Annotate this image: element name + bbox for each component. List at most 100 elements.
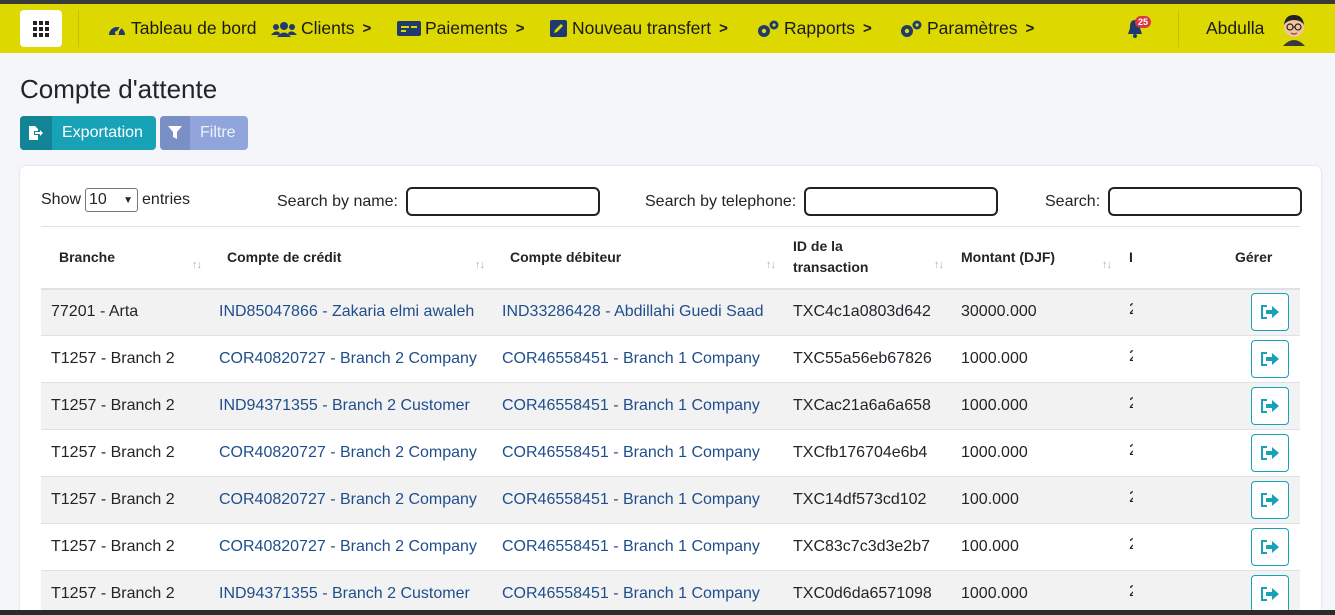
cell-montant: 100.000	[951, 476, 1119, 524]
show-label: Show	[41, 191, 82, 208]
cell-truncated: 2	[1119, 476, 1179, 524]
table-row: T1257 - Branch 2 COR40820727 - Branch 2 C…	[41, 476, 1300, 524]
nav-label: Paramètres	[927, 18, 1018, 38]
cell-gerer	[1179, 523, 1300, 571]
export-button[interactable]: Exportation	[20, 116, 156, 150]
user-name[interactable]: Abdulla	[1206, 4, 1264, 53]
cell-credit-account-link[interactable]: COR40820727 - Branch 2 Company	[209, 335, 492, 383]
column-header-montant[interactable]: Montant (DJF) ↑↓	[951, 226, 1119, 290]
apps-grid-button[interactable]	[20, 10, 62, 47]
search-phone-input[interactable]	[804, 187, 999, 216]
nav-item-rapports[interactable]: Rapports >	[756, 4, 872, 53]
manage-button[interactable]	[1251, 434, 1289, 472]
table-card: Show 10 ▼ entries Search by name: Search…	[20, 166, 1321, 615]
cell-credit-account-link[interactable]: COR40820727 - Branch 2 Company	[209, 429, 492, 477]
column-header-compte-debiteur[interactable]: Compte débiteur ↑↓	[492, 226, 783, 290]
horizontal-scrollbar[interactable]	[0, 610, 1335, 615]
manage-button[interactable]	[1251, 528, 1289, 566]
top-navbar: Tableau de bord Clients > Paiements > No…	[0, 4, 1335, 53]
table-row: T1257 - Branch 2 COR40820727 - Branch 2 C…	[41, 429, 1300, 477]
cell-truncated: 2	[1119, 382, 1179, 430]
table-row: T1257 - Branch 2 IND94371355 - Branch 2 C…	[41, 570, 1300, 615]
cell-branche: T1257 - Branch 2	[41, 335, 209, 383]
cell-branche: T1257 - Branch 2	[41, 382, 209, 430]
nav-item-dashboard[interactable]: Tableau de bord	[107, 4, 257, 53]
column-title: Compte débiteur	[510, 248, 622, 265]
manage-button[interactable]	[1251, 340, 1289, 378]
manage-button[interactable]	[1251, 575, 1289, 613]
filter-icon	[160, 116, 190, 150]
entries-select[interactable]: 10 ▼	[85, 188, 139, 212]
cell-credit-account-link[interactable]: IND85047866 - Zakaria elmi awaleh	[209, 288, 492, 336]
nav-divider	[78, 10, 79, 47]
cell-branche: T1257 - Branch 2	[41, 429, 209, 477]
manage-button[interactable]	[1251, 481, 1289, 519]
search-name-label: Search by name:	[277, 192, 398, 210]
entries-control: Show 10 ▼ entries	[41, 188, 190, 212]
cell-transaction-id: TXCac21a6a6a658	[783, 382, 951, 430]
manage-button[interactable]	[1251, 387, 1289, 425]
cell-montant: 1000.000	[951, 335, 1119, 383]
export-label: Exportation	[62, 124, 143, 141]
cell-truncated-text: 2	[1129, 489, 1133, 507]
filter-label: Filtre	[200, 124, 236, 141]
cell-truncated: 2	[1119, 429, 1179, 477]
table-row: 77201 - Arta IND85047866 - Zakaria elmi a…	[41, 288, 1300, 336]
nav-divider	[1178, 10, 1179, 47]
column-header-truncated[interactable]: I	[1119, 226, 1179, 290]
table-row: T1257 - Branch 2 COR40820727 - Branch 2 C…	[41, 335, 1300, 383]
cell-branche: T1257 - Branch 2	[41, 570, 209, 615]
table-header-row: Branche ↑↓ Compte de crédit ↑↓ Compte débi…	[41, 226, 1300, 290]
nav-item-paiements[interactable]: Paiements >	[397, 4, 524, 53]
table-body: 77201 - Arta IND85047866 - Zakaria elmi a…	[41, 288, 1300, 615]
chevron-right-icon: >	[515, 20, 525, 37]
cell-gerer	[1179, 335, 1300, 383]
cell-credit-account-link[interactable]: IND94371355 - Branch 2 Customer	[209, 570, 492, 615]
cell-credit-account-link[interactable]: COR40820727 - Branch 2 Company	[209, 523, 492, 571]
cell-debit-account-link[interactable]: COR46558451 - Branch 1 Company	[492, 570, 783, 615]
cell-branche: 77201 - Arta	[41, 288, 209, 336]
cell-truncated: 2	[1119, 523, 1179, 571]
column-header-branche[interactable]: Branche ↑↓	[41, 226, 209, 290]
column-header-transaction-id[interactable]: ID de la transaction ↑↓	[783, 226, 951, 290]
cell-truncated: 2	[1119, 570, 1179, 615]
column-title: Gérer	[1235, 248, 1273, 265]
avatar[interactable]	[1279, 12, 1309, 46]
cell-debit-account-link[interactable]: IND33286428 - Abdillahi Guedi Saad	[492, 288, 783, 336]
cell-montant: 1000.000	[951, 382, 1119, 430]
table-row: T1257 - Branch 2 IND94371355 - Branch 2 C…	[41, 382, 1300, 430]
cell-debit-account-link[interactable]: COR46558451 - Branch 1 Company	[492, 476, 783, 524]
sort-icon: ↑↓	[766, 259, 776, 271]
cell-truncated-text: 2	[1129, 536, 1133, 554]
nav-item-clients[interactable]: Clients >	[271, 4, 371, 53]
nav-label: Rapports	[784, 18, 856, 38]
cell-debit-account-link[interactable]: COR46558451 - Branch 1 Company	[492, 382, 783, 430]
cell-transaction-id: TXC0d6da6571098	[783, 570, 951, 615]
cell-debit-account-link[interactable]: COR46558451 - Branch 1 Company	[492, 335, 783, 383]
manage-button[interactable]	[1251, 293, 1289, 332]
search-by-name-control: Search by name:	[277, 187, 600, 216]
chevron-right-icon: >	[362, 20, 372, 37]
column-header-compte-credit[interactable]: Compte de crédit ↑↓	[209, 226, 492, 290]
cell-debit-account-link[interactable]: COR46558451 - Branch 1 Company	[492, 523, 783, 571]
cell-truncated-text: 2	[1129, 395, 1133, 413]
cell-transaction-id: TXC83c7c3d3e2b7	[783, 523, 951, 571]
cell-transaction-id: TXC55a56eb67826	[783, 335, 951, 383]
users-icon	[271, 20, 297, 38]
nav-item-parametres[interactable]: Paramètres >	[899, 4, 1034, 53]
entries-label: entries	[142, 191, 191, 208]
cell-montant: 1000.000	[951, 429, 1119, 477]
cell-gerer	[1179, 570, 1300, 615]
cell-debit-account-link[interactable]: COR46558451 - Branch 1 Company	[492, 429, 783, 477]
search-name-input[interactable]	[405, 187, 600, 216]
cell-credit-account-link[interactable]: COR40820727 - Branch 2 Company	[209, 476, 492, 524]
cell-truncated: 2	[1119, 335, 1179, 383]
cell-transaction-id: TXC4c1a0803d642	[783, 288, 951, 336]
nav-item-nouveau-transfert[interactable]: Nouveau transfert >	[548, 4, 728, 53]
sign-out-icon	[1261, 305, 1279, 320]
column-title: Montant (DJF)	[961, 248, 1056, 265]
cell-credit-account-link[interactable]: IND94371355 - Branch 2 Customer	[209, 382, 492, 430]
column-title: ID de la transaction	[793, 238, 869, 276]
filter-button[interactable]: Filtre	[160, 116, 248, 150]
search-input[interactable]	[1108, 187, 1303, 216]
